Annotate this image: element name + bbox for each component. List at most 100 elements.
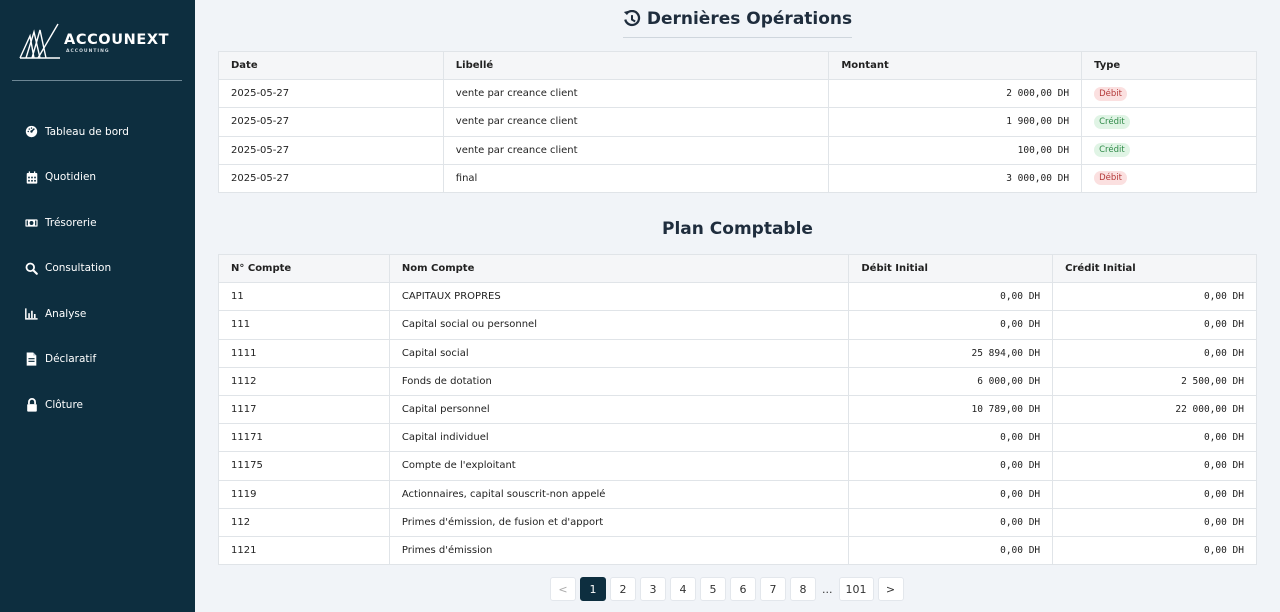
column-header[interactable]: Date <box>218 50 444 81</box>
sidebar-item-quotidien[interactable]: Quotidien <box>0 155 195 201</box>
column-header[interactable]: Type <box>1081 50 1257 81</box>
sidebar-item-declaratif[interactable]: Déclaratif <box>0 337 195 383</box>
table-row[interactable]: 2025-05-27 vente par creance client 2 00… <box>218 79 1257 109</box>
cell-num: 111 <box>218 310 390 340</box>
table-header-row: Date Libellé Montant Type <box>218 50 1257 81</box>
cell-num: 11 <box>218 282 390 312</box>
page-button[interactable]: 2 <box>610 577 636 601</box>
cell-montant: 1 900,00 DH <box>828 107 1083 137</box>
cell-nom: Capital social <box>388 338 850 368</box>
cell-num: 1117 <box>218 394 390 425</box>
cell-nom: Capital individuel <box>388 423 850 453</box>
next-page-button[interactable]: > <box>877 577 904 601</box>
cell-nom: Capital personnel <box>388 394 850 425</box>
cell-credit: 0,00 DH <box>1052 338 1257 368</box>
column-header[interactable]: Nom Compte <box>388 253 850 284</box>
sidebar-item-label: Clôture <box>45 398 83 411</box>
page-button[interactable]: 8 <box>790 577 816 601</box>
page-button[interactable]: 7 <box>760 577 786 601</box>
cell-libelle: final <box>442 163 830 193</box>
operations-heading: Dernières Opérations <box>195 9 1280 38</box>
money-bill-icon <box>25 216 38 229</box>
cell-num: 11171 <box>218 423 390 453</box>
cell-nom: Primes d'émission, de fusion et d'apport <box>388 507 850 537</box>
column-header[interactable]: Libellé <box>442 50 830 81</box>
logo[interactable]: ACCOUNEXT ACCOUNTING <box>18 22 178 62</box>
cell-debit: 0,00 DH <box>848 310 1054 340</box>
table-row[interactable]: 112 Primes d'émission, de fusion et d'app… <box>218 507 1257 537</box>
plan-comptable-table: N° Compte Nom Compte Débit Initial Crédi… <box>218 253 1257 566</box>
table-row[interactable]: 11175 Compte de l'exploitant 0,00 DH 0,00 D… <box>218 451 1257 481</box>
sidebar-item-tresorerie[interactable]: Trésorerie <box>0 200 195 246</box>
cell-credit: 22 000,00 DH <box>1052 394 1257 425</box>
page-button[interactable]: 6 <box>730 577 756 601</box>
sidebar-item-label: Quotidien <box>45 171 97 184</box>
table-header-row: N° Compte Nom Compte Débit Initial Crédi… <box>218 253 1257 284</box>
cell-type: Crédit <box>1081 107 1257 137</box>
cell-date: 2025-05-27 <box>218 107 444 137</box>
cell-nom: Actionnaires, capital souscrit-non appel… <box>388 479 850 509</box>
cell-num: 1111 <box>218 338 390 368</box>
table-row[interactable]: 1111 Capital social 25 894,00 DH 0,00 DH <box>218 338 1257 368</box>
pagination-ellipsis: ... <box>822 582 833 596</box>
cell-libelle: vente par creance client <box>442 79 830 109</box>
sidebar-item-cloture[interactable]: Clôture <box>0 382 195 428</box>
main-content: Dernières Opérations Date Libellé Montan… <box>195 0 1280 612</box>
cell-debit: 0,00 DH <box>848 423 1054 453</box>
table-row[interactable]: 11171 Capital individuel 0,00 DH 0,00 DH <box>218 423 1257 453</box>
table-row[interactable]: 2025-05-27 vente par creance client 1 90… <box>218 107 1257 137</box>
page-button[interactable]: 4 <box>670 577 696 601</box>
table-row[interactable]: 2025-05-27 final 3 000,00 DH Débit <box>218 163 1257 193</box>
cell-debit: 0,00 DH <box>848 535 1054 566</box>
table-row[interactable]: 1112 Fonds de dotation 6 000,00 DH 2 500,00… <box>218 366 1257 396</box>
column-header[interactable]: Montant <box>828 50 1083 81</box>
cell-debit: 0,00 DH <box>848 282 1054 312</box>
cell-date: 2025-05-27 <box>218 79 444 109</box>
cell-credit: 0,00 DH <box>1052 535 1257 566</box>
plan-title: Plan Comptable <box>662 219 813 239</box>
cell-nom: Compte de l'exploitant <box>388 451 850 481</box>
page-button[interactable]: 1 <box>580 577 606 601</box>
cell-debit: 10 789,00 DH <box>848 394 1054 425</box>
brand-name: ACCOUNEXT <box>64 32 170 48</box>
cell-debit: 0,00 DH <box>848 507 1054 537</box>
bar-chart-icon <box>25 307 38 320</box>
sidebar-divider <box>12 80 182 81</box>
cell-nom: Fonds de dotation <box>388 366 850 396</box>
sidebar-item-tableau-de-bord[interactable]: Tableau de bord <box>0 109 195 155</box>
cell-num: 11175 <box>218 451 390 481</box>
plan-heading: Plan Comptable <box>195 219 1280 239</box>
table-row[interactable]: 1117 Capital personnel 10 789,00 DH 22 000,… <box>218 394 1257 425</box>
cell-num: 112 <box>218 507 390 537</box>
column-header[interactable]: Débit Initial <box>848 253 1054 284</box>
cell-type: Débit <box>1081 163 1257 193</box>
cell-nom: Capital social ou personnel <box>388 310 850 340</box>
column-header[interactable]: N° Compte <box>218 253 390 284</box>
prev-page-button[interactable]: < <box>550 577 576 601</box>
table-row[interactable]: 1121 Primes d'émission 0,00 DH 0,00 DH <box>218 535 1257 566</box>
sidebar-item-analyse[interactable]: Analyse <box>0 291 195 337</box>
logo-mark-icon <box>19 23 60 59</box>
page-button[interactable]: 5 <box>700 577 726 601</box>
status-badge: Crédit <box>1094 114 1130 129</box>
table-row[interactable]: 11 CAPITAUX PROPRES 0,00 DH 0,00 DH <box>218 282 1257 312</box>
column-header[interactable]: Crédit Initial <box>1052 253 1257 284</box>
cell-debit: 0,00 DH <box>848 451 1054 481</box>
table-row[interactable]: 2025-05-27 vente par creance client 100,… <box>218 135 1257 165</box>
cell-nom: CAPITAUX PROPRES <box>388 282 850 312</box>
table-row[interactable]: 1119 Actionnaires, capital souscrit-non a… <box>218 479 1257 509</box>
calendar-icon <box>25 171 38 184</box>
table-row[interactable]: 111 Capital social ou personnel 0,00 DH 0,0… <box>218 310 1257 340</box>
cell-credit: 0,00 DH <box>1052 451 1257 481</box>
sidebar-item-consultation[interactable]: Consultation <box>0 246 195 292</box>
lock-icon <box>25 397 38 412</box>
cell-debit: 6 000,00 DH <box>848 366 1054 396</box>
page-button[interactable]: 3 <box>640 577 666 601</box>
cell-montant: 2 000,00 DH <box>828 79 1083 109</box>
cell-credit: 2 500,00 DH <box>1052 366 1257 396</box>
cell-credit: 0,00 DH <box>1052 310 1257 340</box>
cell-date: 2025-05-27 <box>218 135 444 165</box>
cell-montant: 3 000,00 DH <box>828 163 1083 193</box>
page-button[interactable]: 101 <box>838 577 874 601</box>
operations-title: Dernières Opérations <box>646 9 853 29</box>
